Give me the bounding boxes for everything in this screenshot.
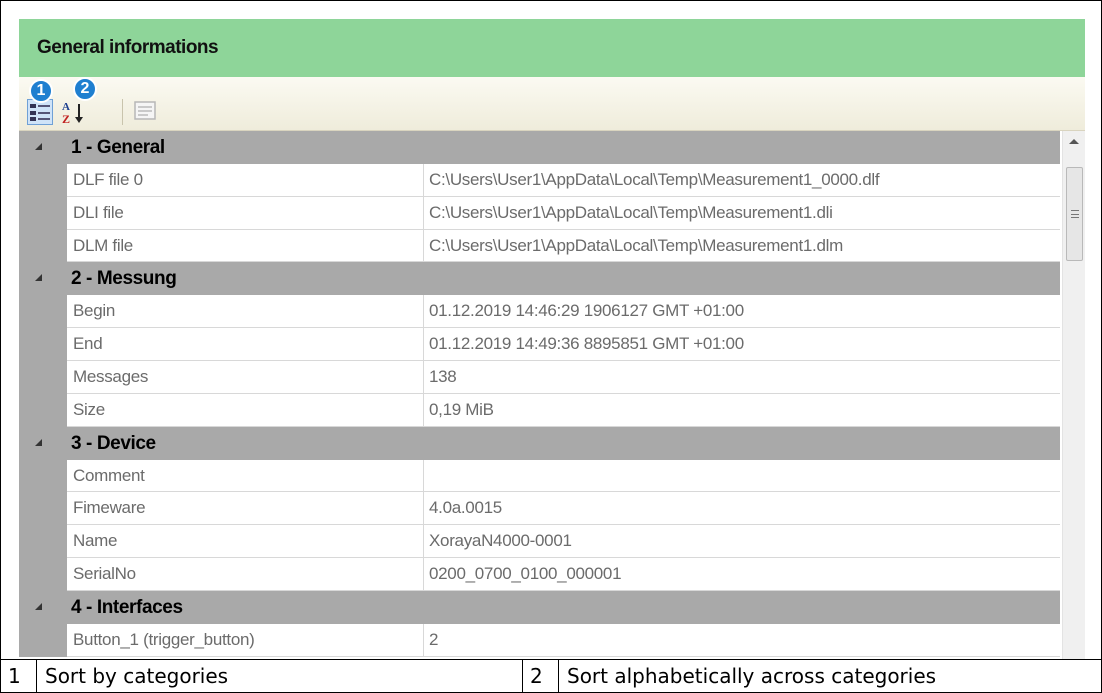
panel-title: General informations (37, 37, 219, 58)
row-gutter (19, 525, 67, 558)
row-gutter (19, 393, 67, 427)
scrollbar-thumb[interactable] (1066, 167, 1083, 261)
category-header[interactable]: 2 - Messung (19, 262, 1060, 296)
figure-frame: General informations A Z 1 2 1 - General… (0, 0, 1102, 660)
collapse-toggle-icon[interactable] (19, 590, 67, 624)
property-name: Comment (67, 459, 424, 493)
row-gutter (19, 557, 67, 591)
row-gutter (19, 196, 67, 230)
property-row[interactable]: Name XorayaN4000-0001 (19, 525, 1060, 558)
property-name: SerialNo (67, 557, 424, 591)
az-sort-icon: A Z (62, 101, 83, 126)
legend-text-2: Sort alphabetically across categories (567, 664, 937, 688)
property-row[interactable]: DLF file 0 C:\Users\User1\AppData\Local\T… (19, 164, 1060, 197)
property-name: Size (67, 393, 424, 427)
legend-number-1: 1 (1, 660, 37, 692)
sort-alphabetical-button[interactable]: A Z (61, 99, 87, 126)
property-row[interactable]: End 01.12.2019 14:49:36 8895851 GMT +01:0… (19, 328, 1060, 361)
row-gutter (19, 229, 67, 263)
property-name: Name (67, 525, 424, 558)
row-gutter (19, 328, 67, 361)
collapse-toggle-icon[interactable] (19, 426, 67, 460)
property-value[interactable]: 4.0a.0015 (424, 492, 1060, 526)
legend-table: 1 Sort by categories 2 Sort alphabetical… (0, 659, 1102, 693)
property-name: DLI file (67, 196, 424, 230)
property-value[interactable]: C:\Users\User1\AppData\Local\Temp\Measur… (424, 164, 1060, 197)
property-name: Begin (67, 295, 424, 329)
row-gutter (19, 623, 67, 657)
category-label: 3 - Device (71, 432, 156, 454)
property-value[interactable]: C:\Users\User1\AppData\Local\Temp\Measur… (424, 197, 1060, 230)
collapse-toggle-icon[interactable] (19, 131, 67, 164)
property-row[interactable]: Messages 138 (19, 360, 1060, 394)
property-name: End (67, 328, 424, 361)
legend-number-2: 2 (523, 660, 559, 692)
property-value[interactable]: 138 (424, 361, 1060, 394)
property-pages-button[interactable] (131, 97, 159, 125)
vertical-scrollbar[interactable] (1062, 131, 1085, 659)
category-header[interactable]: 3 - Device (19, 426, 1060, 460)
category-header[interactable]: 4 - Interfaces (19, 590, 1060, 624)
scroll-up-arrow-icon[interactable] (1069, 139, 1079, 144)
general-info-panel: General informations A Z 1 2 1 - General… (19, 19, 1085, 659)
collapse-toggle-icon[interactable] (19, 262, 67, 296)
property-value[interactable]: 2 (424, 624, 1060, 657)
property-value[interactable]: 01.12.2019 14:46:29 1906127 GMT +01:00 (424, 295, 1060, 329)
toolbar-separator (122, 99, 123, 125)
row-gutter (19, 492, 67, 526)
property-row[interactable]: SerialNo 0200_0700_0100_000001 (19, 557, 1060, 591)
property-name: Messages (67, 360, 424, 394)
property-row[interactable]: Begin 01.12.2019 14:46:29 1906127 GMT +01… (19, 295, 1060, 329)
property-name: DLF file 0 (67, 164, 424, 197)
svg-text:Z: Z (62, 112, 70, 125)
property-value[interactable]: 0200_0700_0100_000001 (424, 558, 1060, 591)
property-row[interactable]: Size 0,19 MiB (19, 393, 1060, 427)
category-label: 2 - Messung (71, 268, 177, 290)
panel-title-bar: General informations (19, 19, 1085, 77)
property-row[interactable]: Comment (19, 459, 1060, 493)
property-row[interactable]: Button_1 (trigger_button) 2 (19, 623, 1060, 657)
categorized-icon (30, 104, 50, 121)
property-row[interactable]: DLI file C:\Users\User1\AppData\Local\Tem… (19, 196, 1060, 230)
property-row[interactable]: Fimeware 4.0a.0015 (19, 492, 1060, 526)
category-header[interactable]: 1 - General (19, 131, 1060, 164)
category-label: 4 - Interfaces (71, 596, 183, 618)
property-pages-icon (134, 101, 156, 120)
row-gutter (19, 164, 67, 197)
property-row[interactable]: DLM file C:\Users\User1\AppData\Local\Tem… (19, 229, 1060, 263)
category-label: 1 - General (71, 137, 165, 158)
property-value[interactable] (424, 460, 1060, 493)
property-grid-toolbar: A Z 1 2 (19, 77, 1085, 131)
property-name: Fimeware (67, 492, 424, 526)
callout-badge-1: 1 (29, 79, 53, 103)
callout-badge-2: 2 (73, 77, 97, 101)
legend-text-1: Sort by categories (37, 660, 523, 692)
property-name: Button_1 (trigger_button) (67, 623, 424, 657)
grip-icon (1071, 210, 1079, 218)
row-gutter (19, 360, 67, 394)
property-name: DLM file (67, 229, 424, 263)
property-value[interactable]: C:\Users\User1\AppData\Local\Temp\Measur… (424, 230, 1060, 263)
row-gutter (19, 295, 67, 329)
property-value[interactable]: 01.12.2019 14:49:36 8895851 GMT +01:00 (424, 328, 1060, 361)
row-gutter (19, 459, 67, 493)
property-grid: 1 - General DLF file 0 C:\Users\User1\AppD… (19, 131, 1060, 659)
property-value[interactable]: 0,19 MiB (424, 394, 1060, 427)
property-value[interactable]: XorayaN4000-0001 (424, 525, 1060, 558)
